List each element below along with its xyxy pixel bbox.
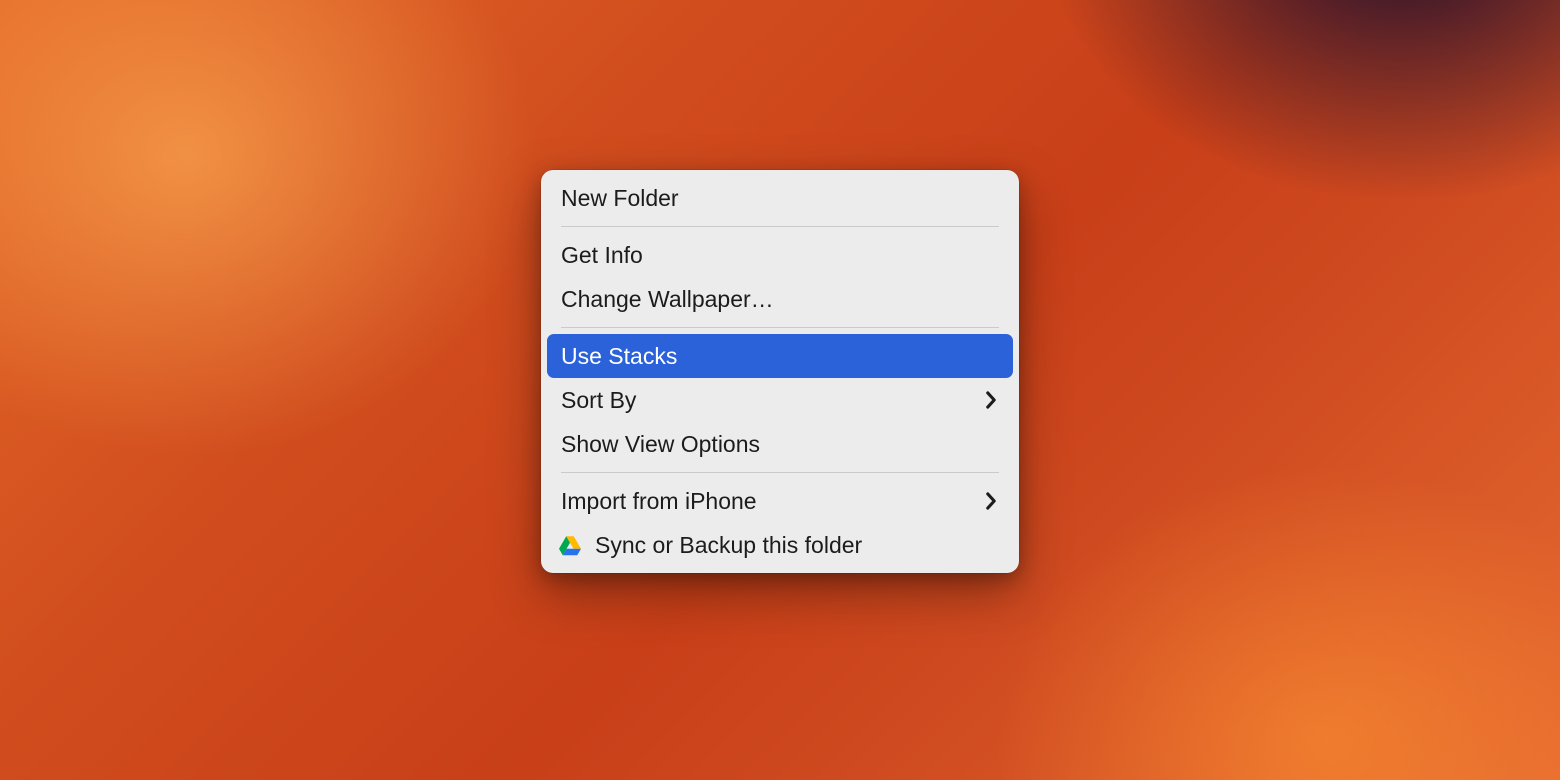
menu-item-sort-by[interactable]: Sort By — [547, 378, 1013, 422]
chevron-right-icon — [985, 492, 997, 510]
menu-separator — [561, 226, 999, 227]
chevron-right-icon — [985, 391, 997, 409]
desktop[interactable]: { "context_menu": { "items": { "new_fold… — [0, 0, 1560, 780]
menu-item-get-info[interactable]: Get Info — [547, 233, 1013, 277]
menu-item-label: Import from iPhone — [561, 490, 985, 513]
menu-item-label: Get Info — [561, 244, 999, 267]
context-menu: New Folder Get Info Change Wallpaper… Us… — [541, 170, 1019, 573]
menu-item-label: Change Wallpaper… — [561, 288, 999, 311]
menu-separator — [561, 327, 999, 328]
menu-item-label: Sort By — [561, 389, 985, 412]
menu-item-change-wallpaper[interactable]: Change Wallpaper… — [547, 277, 1013, 321]
menu-separator — [561, 472, 999, 473]
google-drive-icon — [559, 535, 581, 555]
menu-item-label: New Folder — [561, 187, 999, 210]
menu-item-sync-or-backup[interactable]: Sync or Backup this folder — [547, 523, 1013, 567]
menu-item-import-from-iphone[interactable]: Import from iPhone — [547, 479, 1013, 523]
menu-item-label: Show View Options — [561, 433, 999, 456]
menu-item-new-folder[interactable]: New Folder — [547, 176, 1013, 220]
menu-item-show-view-options[interactable]: Show View Options — [547, 422, 1013, 466]
menu-item-label: Sync or Backup this folder — [595, 534, 999, 557]
menu-item-use-stacks[interactable]: Use Stacks — [547, 334, 1013, 378]
menu-item-label: Use Stacks — [561, 345, 999, 368]
